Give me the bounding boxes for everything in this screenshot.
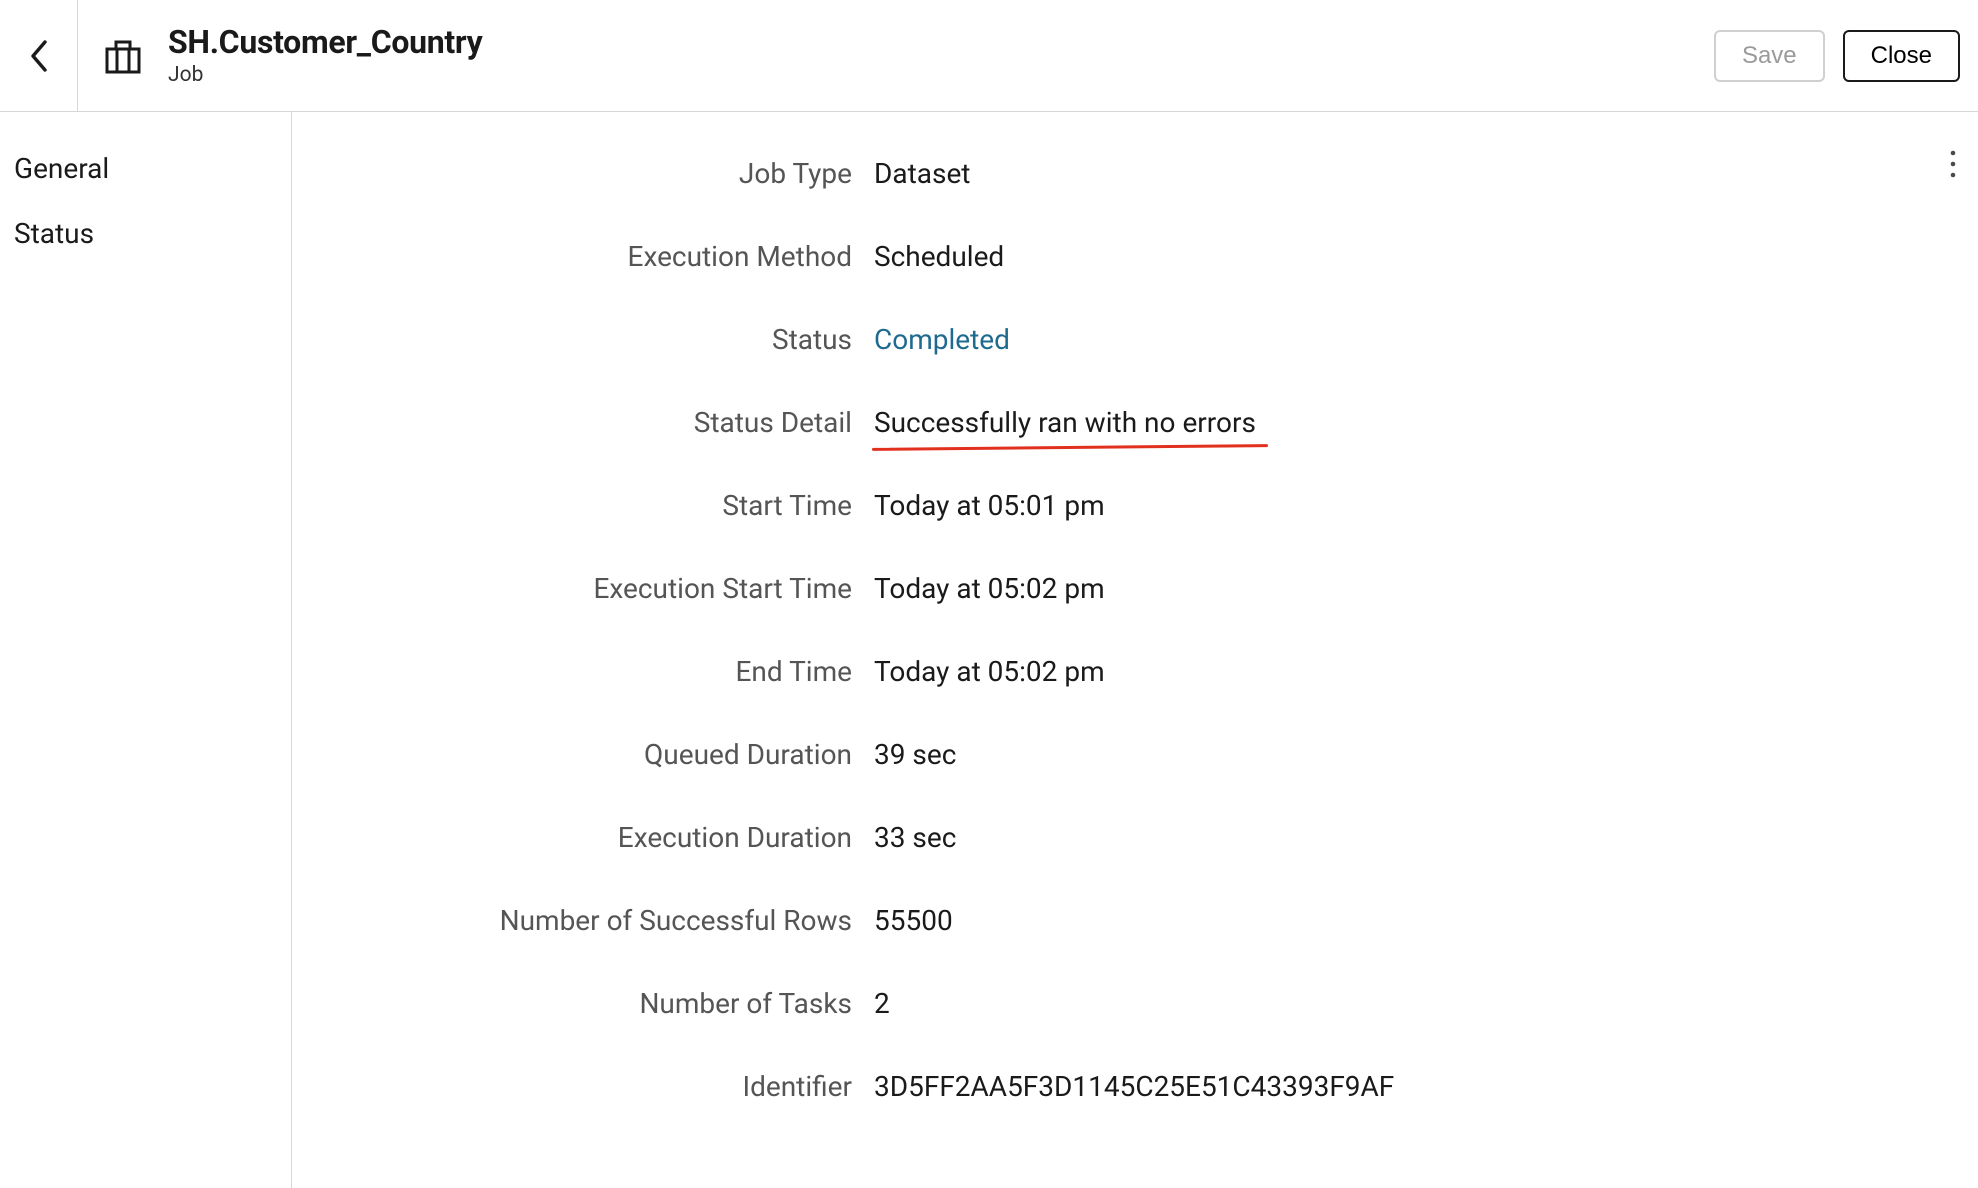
detail-value: Today at 05:02 pm (874, 571, 1978, 606)
detail-value: 3D5FF2AA5F3D1145C25E51C43393F9AF (874, 1069, 1978, 1104)
detail-value-text: 39 sec (874, 738, 956, 771)
detail-value: 33 sec (874, 820, 1978, 855)
detail-value-text: 55500 (874, 904, 953, 937)
detail-value-text: 33 sec (874, 821, 956, 854)
page-subtitle: Job (168, 63, 1714, 87)
back-button[interactable] (25, 36, 53, 76)
detail-value: 2 (874, 986, 1978, 1021)
header-bar: SH.Customer_Country Job Save Close (0, 0, 1978, 112)
sidebar-item-general[interactable]: General (0, 136, 291, 201)
more-actions-button[interactable] (1948, 148, 1958, 180)
detail-label: Number of Tasks (292, 986, 852, 1021)
detail-label: Identifier (292, 1069, 852, 1104)
detail-label: Status (292, 322, 852, 357)
back-wrap (0, 0, 78, 111)
detail-label: Execution Method (292, 239, 852, 274)
detail-value: 39 sec (874, 737, 1978, 772)
chevron-left-icon (25, 36, 53, 76)
detail-label: Execution Start Time (292, 571, 852, 606)
detail-value: Today at 05:01 pm (874, 488, 1978, 523)
detail-label: Number of Successful Rows (292, 903, 852, 938)
detail-label: Execution Duration (292, 820, 852, 855)
page-title: SH.Customer_Country (168, 24, 1714, 61)
header-actions: Save Close (1714, 30, 1960, 82)
detail-value-text: Today at 05:02 pm (874, 572, 1105, 605)
detail-label: Start Time (292, 488, 852, 523)
detail-value-text: Successfully ran with no errors (874, 406, 1256, 439)
briefcase-icon (103, 36, 143, 76)
detail-value-text: Completed (874, 323, 1010, 356)
body: General Status Job Type Dataset Execution … (0, 112, 1978, 1188)
detail-value: Today at 05:02 pm (874, 654, 1978, 689)
kebab-icon (1948, 148, 1958, 180)
detail-value: Dataset (874, 156, 1978, 191)
detail-value-text: Scheduled (874, 240, 1004, 273)
detail-label: End Time (292, 654, 852, 689)
detail-value: Successfully ran with no errors (874, 405, 1978, 440)
detail-label: Job Type (292, 156, 852, 191)
detail-value: Scheduled (874, 239, 1978, 274)
save-button: Save (1714, 30, 1825, 82)
sidebar-item-status[interactable]: Status (0, 201, 291, 266)
detail-value-text: 2 (874, 987, 890, 1020)
sidebar: General Status (0, 112, 292, 1188)
title-block: SH.Customer_Country Job (168, 24, 1714, 87)
detail-value-text: Today at 05:02 pm (874, 655, 1105, 688)
detail-value[interactable]: Completed (874, 322, 1978, 357)
job-icon-wrap (78, 36, 168, 76)
details-grid: Job Type Dataset Execution Method Scheduled… (292, 156, 1978, 1104)
detail-value-text: 3D5FF2AA5F3D1145C25E51C43393F9AF (874, 1070, 1394, 1103)
detail-label: Status Detail (292, 405, 852, 440)
detail-value: 55500 (874, 903, 1978, 938)
close-button[interactable]: Close (1843, 30, 1960, 82)
detail-label: Queued Duration (292, 737, 852, 772)
detail-value-text: Dataset (874, 157, 970, 190)
detail-value-text: Today at 05:01 pm (874, 489, 1105, 522)
main-panel: Job Type Dataset Execution Method Scheduled… (292, 112, 1978, 1188)
